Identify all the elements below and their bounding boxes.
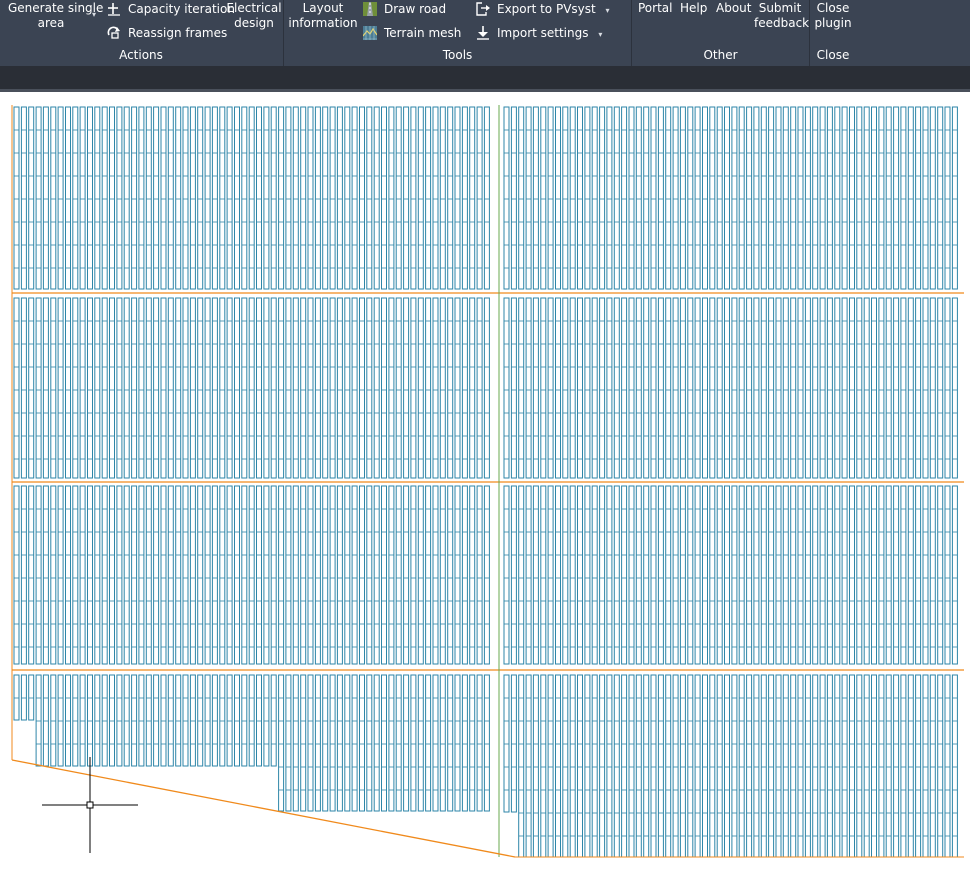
generate-single-area-label-line2: area: [37, 16, 65, 30]
plus-icon: [108, 3, 120, 16]
submit-feedback-label-line2: feedback: [754, 16, 810, 30]
layout-information-button[interactable]: Layout information: [288, 1, 358, 31]
generate-single-area-label-line1: Generate single: [8, 1, 104, 15]
layout-information-label-line1: Layout: [302, 1, 344, 15]
mesh-icon: [363, 26, 377, 40]
download-icon: [477, 26, 489, 40]
ribbon-toolbar: Generate single area ▾ Capacity iteratio…: [0, 0, 970, 66]
capacity-iteration-button[interactable]: Capacity iteration: [107, 2, 235, 17]
canvas-background: [0, 92, 970, 869]
generate-single-area-button[interactable]: Generate single area: [8, 1, 104, 31]
close-group-label: Close: [816, 48, 850, 62]
help-button[interactable]: Help: [680, 1, 707, 16]
terrain-mesh-button[interactable]: Terrain mesh: [363, 26, 461, 41]
other-group-label: Other: [703, 48, 738, 62]
draw-road-label: Draw road: [384, 2, 447, 16]
import-settings-label: Import settings: [497, 26, 589, 40]
electrical-design-label-line1: Electrical: [226, 1, 282, 15]
import-settings-button[interactable]: Import settings ▾: [476, 26, 602, 42]
draw-road-button[interactable]: Draw road: [363, 2, 446, 17]
about-button[interactable]: About: [716, 1, 751, 16]
tools-group-label: Tools: [442, 48, 473, 62]
terrain-mesh-label: Terrain mesh: [384, 26, 462, 40]
close-plugin-label-line1: Close: [816, 1, 850, 15]
caret-down-icon: ▾: [605, 6, 610, 15]
submit-feedback-button[interactable]: Submit feedback: [754, 1, 810, 31]
caret-down-icon[interactable]: ▾: [92, 10, 96, 19]
electrical-design-label-line2: design: [234, 16, 274, 30]
road-icon: [363, 2, 377, 16]
export-to-pvsyst-label: Export to PVsyst: [497, 2, 596, 16]
electrical-design-button[interactable]: Electrical design: [226, 1, 282, 31]
close-plugin-label-line2: plugin: [814, 16, 852, 30]
reassign-icon: [107, 26, 120, 39]
caret-down-icon: ▾: [598, 30, 603, 39]
crosshair-pickbox: [86, 801, 94, 809]
file-tab-bar: [0, 66, 970, 92]
submit-feedback-label-line1: Submit: [758, 1, 802, 15]
actions-group-label: Actions: [119, 48, 163, 62]
close-plugin-button[interactable]: Close plugin: [812, 1, 854, 31]
portal-button[interactable]: Portal: [638, 1, 672, 16]
reassign-frames-button[interactable]: Reassign frames: [107, 26, 227, 41]
export-icon: [476, 2, 490, 16]
capacity-iteration-label: Capacity iteration: [128, 2, 235, 16]
reassign-frames-label: Reassign frames: [128, 26, 228, 40]
export-to-pvsyst-button[interactable]: Export to PVsyst ▾: [476, 2, 610, 18]
layout-information-label-line2: information: [288, 16, 358, 30]
drawing-canvas[interactable]: [0, 92, 970, 869]
